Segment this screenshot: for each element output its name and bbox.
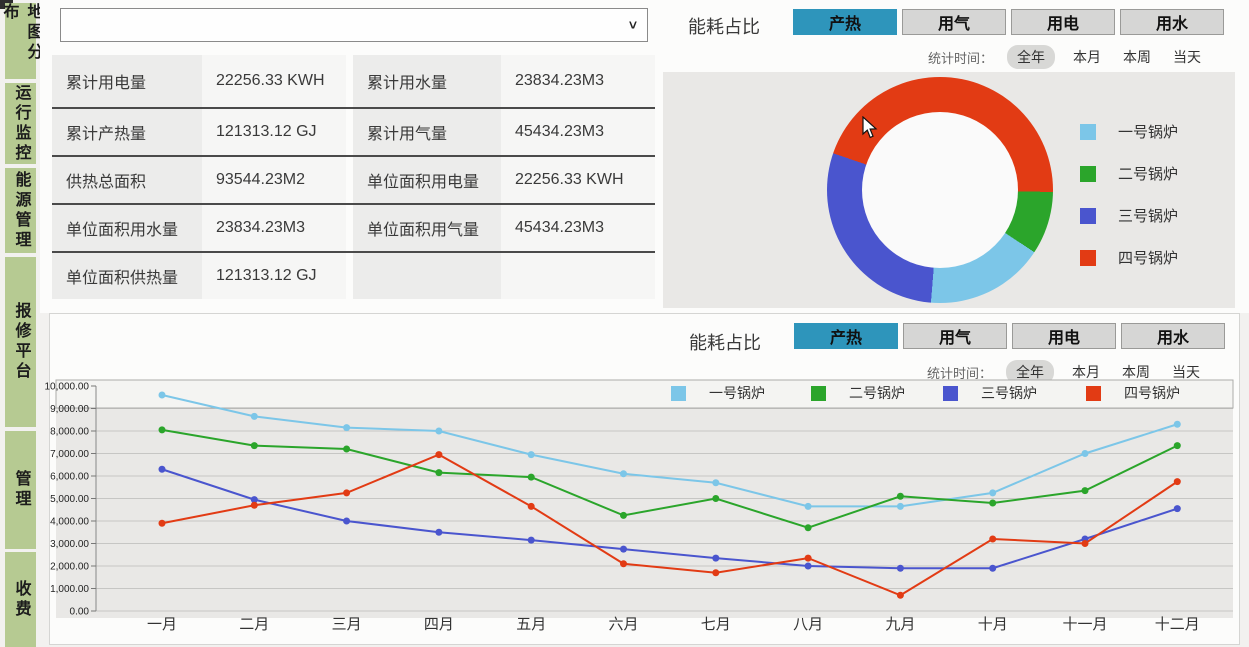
svg-text:二月: 二月 — [239, 616, 269, 633]
stat-label: 累计产热量 — [52, 109, 202, 155]
region-select[interactable]: ˅ — [60, 8, 648, 42]
sidebar-item-fees[interactable]: 收费 — [5, 552, 36, 647]
stat-label: 单位面积用水量 — [52, 205, 202, 251]
donut-chart[interactable] — [827, 77, 1053, 303]
time-filter-label: 统计时间： — [928, 48, 993, 67]
table-row: 单位面积供热量 121313.12 GJ — [52, 253, 655, 299]
tab-water[interactable]: 用水 — [1121, 323, 1225, 349]
svg-text:6,000.00: 6,000.00 — [50, 472, 89, 483]
svg-text:六月: 六月 — [608, 616, 638, 633]
table-row: 供热总面积 93544.23M2 单位面积用电量 22256.33 KWH — [52, 157, 655, 205]
donut-legend: 一号锅炉 二号锅炉 三号锅炉 四号锅炉 — [1080, 121, 1178, 268]
line-chart-panel: 能耗占比 产热 用气 用电 用水 统计时间： 全年 本月 本周 当天 一号锅炉二… — [49, 313, 1240, 645]
svg-text:10,000.00: 10,000.00 — [45, 382, 90, 393]
svg-text:七月: 七月 — [701, 616, 731, 633]
svg-text:十月: 十月 — [978, 616, 1008, 633]
line-chart: 一号锅炉 二号锅炉 三号锅炉 四号锅炉 0.00 1,000.00 2,000.00 3,00… — [50, 380, 1239, 646]
stat-label: 单位面积用电量 — [353, 157, 501, 203]
stat-label — [353, 253, 501, 299]
stats-table: 累计用电量 22256.33 KWH 累计用水量 23834.23M3 累计产热… — [52, 55, 655, 299]
stat-value: 93544.23M2 — [202, 157, 346, 203]
time-option-day[interactable]: 当天 — [1169, 45, 1205, 69]
svg-text:三号锅炉: 三号锅炉 — [981, 385, 1037, 401]
stat-value: 45434.23M3 — [501, 109, 655, 155]
stat-value: 23834.23M3 — [202, 205, 346, 251]
svg-text:八月: 八月 — [793, 616, 823, 633]
stat-label: 累计用水量 — [353, 55, 501, 107]
svg-text:5,000.00: 5,000.00 — [50, 494, 89, 505]
stat-label: 累计用气量 — [353, 109, 501, 155]
sidebar-item-map[interactable]: 地图分布 — [5, 3, 36, 79]
legend-swatch — [1080, 166, 1096, 182]
stat-label: 累计用电量 — [52, 55, 202, 107]
time-option-year[interactable]: 全年 — [1007, 45, 1055, 69]
tab-water[interactable]: 用水 — [1120, 9, 1224, 35]
sidebar-item-monitoring[interactable]: 运行监控 — [5, 83, 36, 164]
stat-value: 22256.33 KWH — [202, 55, 346, 107]
svg-text:三月: 三月 — [332, 616, 362, 633]
chevron-down-icon: ˅ — [629, 17, 637, 33]
time-filter-label: 统计时间： — [927, 363, 992, 382]
svg-text:一号锅炉: 一号锅炉 — [709, 385, 765, 401]
stat-value: 121313.12 GJ — [202, 109, 346, 155]
stat-value: 23834.23M3 — [501, 55, 655, 107]
table-row: 累计用电量 22256.33 KWH 累计用水量 23834.23M3 — [52, 55, 655, 109]
time-option-week[interactable]: 本周 — [1119, 45, 1155, 69]
energy-tabs-bottom: 产热 用气 用电 用水 — [794, 323, 1225, 349]
svg-text:九月: 九月 — [885, 616, 915, 633]
svg-text:一月: 一月 — [147, 616, 177, 633]
energy-tabs-top: 产热 用气 用电 用水 — [793, 9, 1224, 35]
panel-title-bottom: 能耗占比 — [689, 329, 761, 355]
sidebar-item-energy[interactable]: 能源管理 — [5, 168, 36, 253]
svg-text:四号锅炉: 四号锅炉 — [1124, 385, 1180, 401]
svg-text:十一月: 十一月 — [1062, 616, 1107, 633]
svg-text:7,000.00: 7,000.00 — [50, 449, 89, 460]
svg-text:五月: 五月 — [516, 616, 546, 633]
svg-text:4,000.00: 4,000.00 — [50, 517, 89, 528]
stat-value — [501, 253, 655, 299]
svg-text:二号锅炉: 二号锅炉 — [849, 385, 905, 401]
stat-value: 22256.33 KWH — [501, 157, 655, 203]
sidebar-item-admin[interactable]: 管理 — [5, 431, 36, 549]
tab-power[interactable]: 用电 — [1012, 323, 1116, 349]
time-option-month[interactable]: 本月 — [1069, 45, 1105, 69]
page-title: 能耗占比 — [688, 13, 760, 39]
svg-text:8,000.00: 8,000.00 — [50, 427, 89, 438]
legend-item-boiler4[interactable]: 四号锅炉 — [1080, 247, 1178, 268]
legend-item-boiler2[interactable]: 二号锅炉 — [1080, 163, 1178, 184]
svg-text:2,000.00: 2,000.00 — [50, 562, 89, 573]
stat-label: 供热总面积 — [52, 157, 202, 203]
tab-heat[interactable]: 产热 — [794, 323, 898, 349]
stat-label: 单位面积供热量 — [52, 253, 202, 299]
svg-text:1,000.00: 1,000.00 — [50, 584, 89, 595]
svg-text:四月: 四月 — [424, 616, 454, 633]
legend-swatch — [1080, 124, 1096, 140]
stat-value: 45434.23M3 — [501, 205, 655, 251]
svg-text:9,000.00: 9,000.00 — [50, 404, 89, 415]
mouse-cursor-icon — [861, 116, 879, 140]
tab-gas[interactable]: 用气 — [902, 9, 1006, 35]
stat-value: 121313.12 GJ — [202, 253, 346, 299]
stat-label: 单位面积用气量 — [353, 205, 501, 251]
legend-item-boiler1[interactable]: 一号锅炉 — [1080, 121, 1178, 142]
svg-text:0.00: 0.00 — [70, 607, 90, 618]
tab-heat[interactable]: 产热 — [793, 9, 897, 35]
legend-item-boiler3[interactable]: 三号锅炉 — [1080, 205, 1178, 226]
tab-power[interactable]: 用电 — [1011, 9, 1115, 35]
table-row: 累计产热量 121313.12 GJ 累计用气量 45434.23M3 — [52, 109, 655, 157]
svg-text:十二月: 十二月 — [1155, 616, 1200, 633]
legend-swatch — [1080, 208, 1096, 224]
table-row: 单位面积用水量 23834.23M3 单位面积用气量 45434.23M3 — [52, 205, 655, 253]
legend-swatch — [1080, 250, 1096, 266]
svg-text:3,000.00: 3,000.00 — [50, 539, 89, 550]
time-filter-top: 统计时间： 全年 本月 本周 当天 — [928, 45, 1205, 69]
tab-gas[interactable]: 用气 — [903, 323, 1007, 349]
sidebar-item-repair[interactable]: 报修平台 — [5, 257, 36, 427]
